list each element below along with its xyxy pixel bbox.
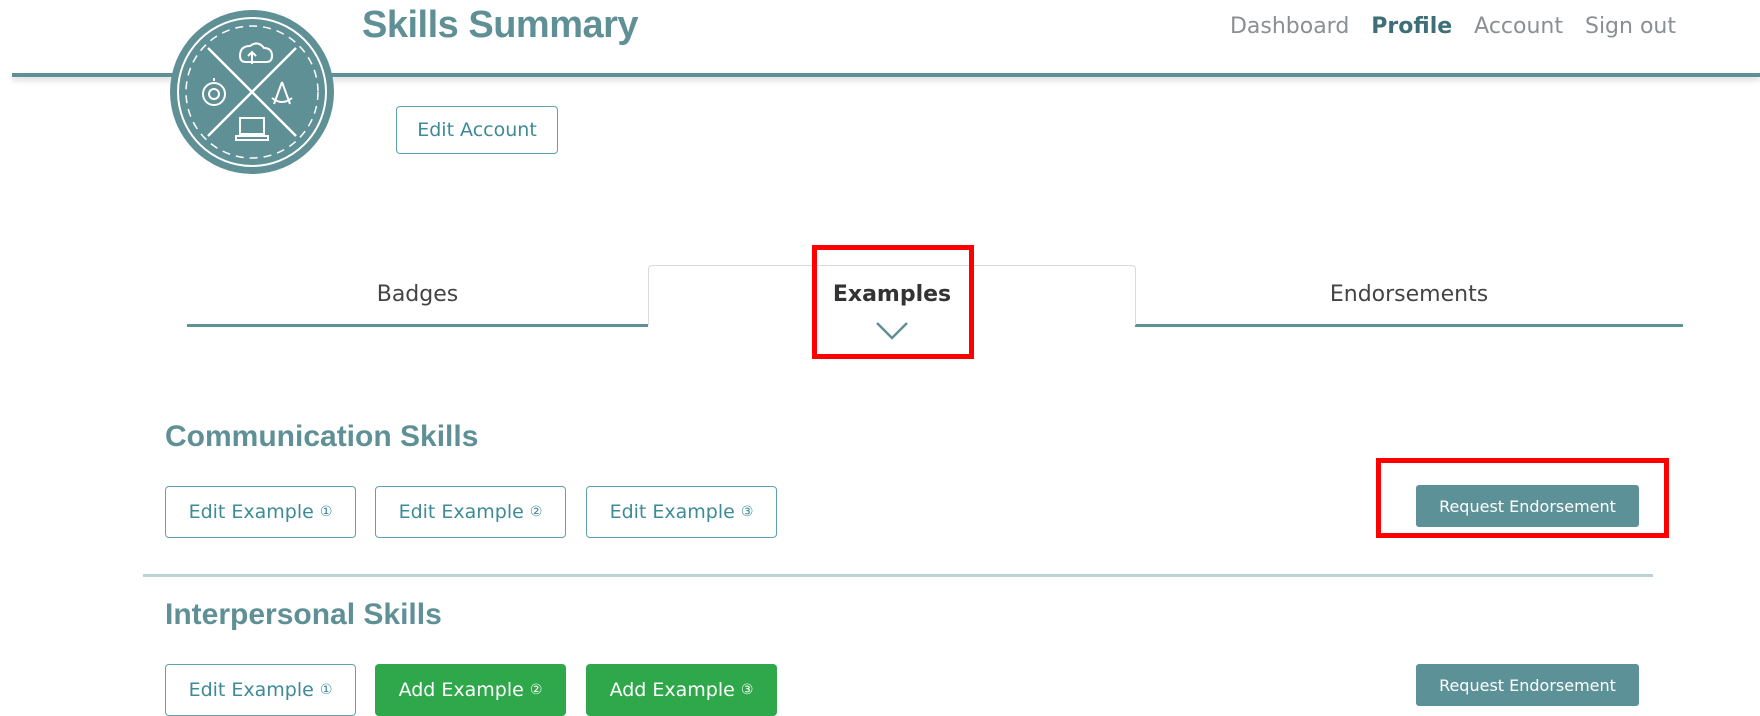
add-example-button-3[interactable]: Add Example ③	[586, 664, 777, 716]
button-label: Add Example	[609, 679, 735, 701]
number-1-icon: ①	[319, 504, 333, 520]
nav-sign-out[interactable]: Sign out	[1585, 14, 1676, 39]
number-2-icon: ②	[529, 504, 543, 520]
edit-example-button-1[interactable]: Edit Example ①	[165, 486, 356, 538]
number-1-icon: ①	[319, 682, 333, 698]
tab-underline-left	[187, 324, 648, 327]
button-label: Edit Example	[188, 501, 314, 523]
nav-account[interactable]: Account	[1474, 14, 1563, 39]
add-example-button-2[interactable]: Add Example ②	[375, 664, 566, 716]
edit-example-button-3[interactable]: Edit Example ③	[586, 486, 777, 538]
section-title-communication: Communication Skills	[165, 420, 479, 453]
tab-underline-right	[1135, 324, 1683, 327]
app-title: Skills Summary	[362, 4, 639, 46]
nav-dashboard[interactable]: Dashboard	[1230, 14, 1349, 39]
nav-profile[interactable]: Profile	[1371, 14, 1452, 39]
section-divider	[143, 574, 1653, 577]
highlight-box-examples	[812, 245, 974, 359]
number-3-icon: ③	[740, 504, 754, 520]
button-label: Edit Example	[398, 501, 524, 523]
number-2-icon: ②	[529, 682, 543, 698]
top-nav: Dashboard Profile Account Sign out	[1230, 14, 1676, 39]
button-label: Edit Example	[188, 679, 314, 701]
tab-endorsements[interactable]: Endorsements	[1135, 282, 1683, 307]
edit-example-button-interpersonal-1[interactable]: Edit Example ①	[165, 664, 356, 716]
button-label: Add Example	[398, 679, 524, 701]
number-3-icon: ③	[740, 682, 754, 698]
request-endorsement-button-interpersonal[interactable]: Request Endorsement	[1416, 664, 1639, 706]
section-title-interpersonal: Interpersonal Skills	[165, 598, 442, 631]
highlight-box-request-endorsement	[1376, 458, 1669, 538]
button-label: Edit Example	[609, 501, 735, 523]
logo	[168, 8, 336, 176]
tab-badges[interactable]: Badges	[187, 282, 648, 307]
edit-example-button-2[interactable]: Edit Example ②	[375, 486, 566, 538]
edit-account-button[interactable]: Edit Account	[396, 106, 558, 154]
